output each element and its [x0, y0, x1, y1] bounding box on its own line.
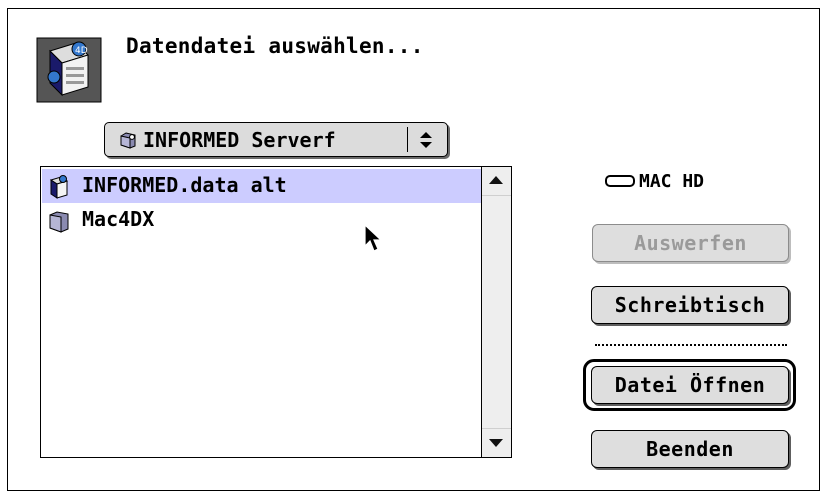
list-item[interactable]: Mac4DX [42, 203, 481, 237]
list-item-label: INFORMED.data alt [82, 173, 287, 197]
open-file-button[interactable]: Datei Öffnen [591, 366, 789, 404]
popup-divider [407, 127, 408, 152]
file-list-rows: INFORMED.data alt Mac4DX [41, 167, 481, 457]
file-list[interactable]: INFORMED.data alt Mac4DX [40, 166, 512, 458]
scroll-up-arrow-icon [489, 176, 503, 184]
location-popup[interactable]: INFORMED Serverf [104, 122, 448, 157]
scroll-down-button[interactable] [482, 428, 511, 457]
scroll-up-button[interactable] [482, 167, 511, 196]
folder-icon [49, 211, 69, 233]
svg-text:4D: 4D [75, 46, 88, 56]
eject-button[interactable]: Auswerfen [592, 224, 789, 262]
dialog-title: Datendatei auswählen... [126, 34, 424, 58]
volume-label: MAC HD [639, 171, 705, 192]
folder-icon [120, 132, 136, 149]
volume-name: MAC HD [605, 171, 704, 192]
up-down-arrows-icon [420, 132, 432, 148]
quit-button[interactable]: Beenden [591, 430, 789, 468]
scroll-down-arrow-icon [489, 439, 503, 447]
4d-database-app-icon: 4D [36, 37, 102, 103]
hard-disk-icon [605, 175, 635, 187]
button-separator [595, 344, 787, 346]
mouse-pointer-icon [364, 224, 383, 252]
file-list-scrollbar[interactable] [481, 167, 511, 457]
desktop-button[interactable]: Schreibtisch [591, 286, 789, 324]
list-item-label: Mac4DX [82, 207, 155, 231]
4d-data-file-icon [49, 175, 69, 199]
list-item[interactable]: INFORMED.data alt [42, 169, 481, 203]
location-popup-label: INFORMED Serverf [143, 128, 336, 152]
